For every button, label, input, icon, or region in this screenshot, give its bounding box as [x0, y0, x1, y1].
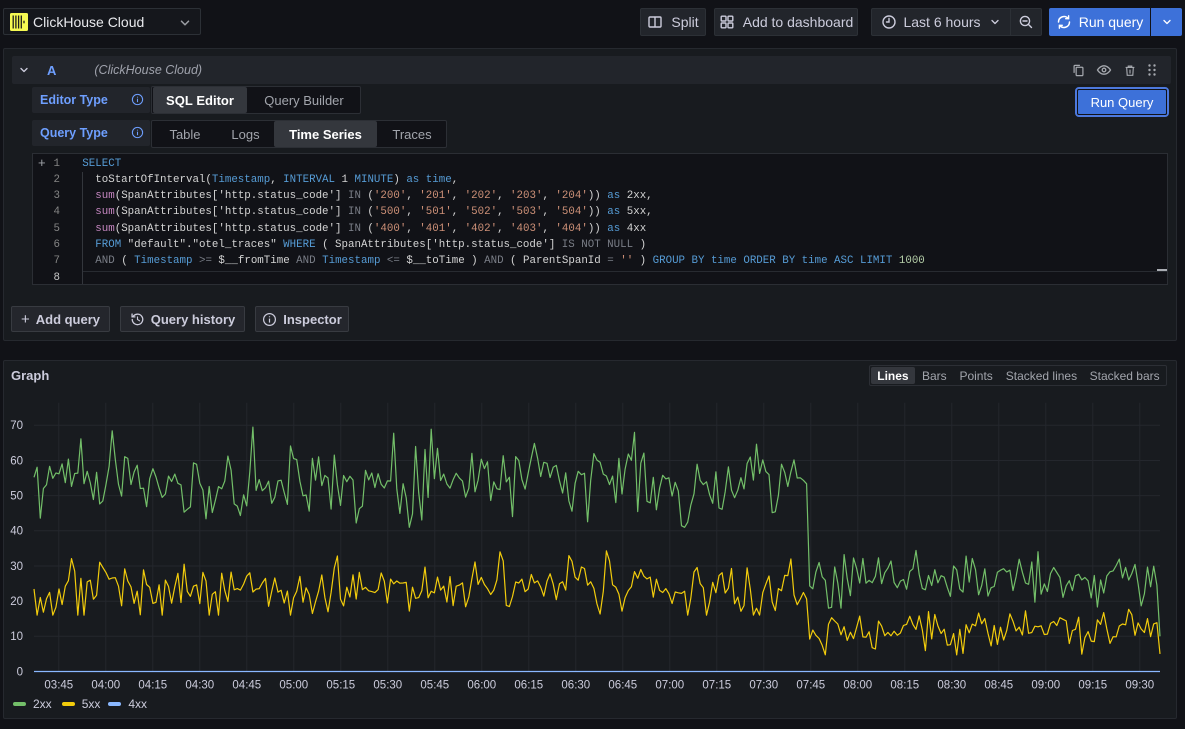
svg-text:20: 20	[10, 596, 23, 608]
svg-text:04:00: 04:00	[91, 680, 120, 692]
svg-text:0: 0	[17, 666, 23, 678]
svg-text:06:00: 06:00	[467, 680, 496, 692]
svg-text:08:15: 08:15	[890, 680, 919, 692]
svg-text:09:00: 09:00	[1031, 680, 1060, 692]
svg-text:04:30: 04:30	[185, 680, 214, 692]
svg-text:05:00: 05:00	[279, 680, 308, 692]
svg-text:07:30: 07:30	[749, 680, 778, 692]
svg-text:09:30: 09:30	[1125, 680, 1154, 692]
svg-text:30: 30	[10, 561, 23, 573]
svg-text:06:15: 06:15	[514, 680, 543, 692]
svg-text:06:30: 06:30	[561, 680, 590, 692]
svg-text:08:30: 08:30	[937, 680, 966, 692]
svg-text:05:30: 05:30	[373, 680, 402, 692]
svg-text:60: 60	[10, 455, 23, 467]
svg-text:06:45: 06:45	[608, 680, 637, 692]
svg-text:05:45: 05:45	[420, 680, 449, 692]
svg-text:09:15: 09:15	[1078, 680, 1107, 692]
svg-text:03:45: 03:45	[44, 680, 73, 692]
svg-text:04:15: 04:15	[138, 680, 167, 692]
svg-text:04:45: 04:45	[232, 680, 261, 692]
svg-text:70: 70	[10, 420, 23, 432]
svg-text:08:00: 08:00	[843, 680, 872, 692]
svg-text:08:45: 08:45	[984, 680, 1013, 692]
svg-text:10: 10	[10, 631, 23, 643]
svg-text:07:00: 07:00	[655, 680, 684, 692]
svg-text:40: 40	[10, 526, 23, 538]
svg-text:07:45: 07:45	[796, 680, 825, 692]
svg-text:50: 50	[10, 490, 23, 502]
svg-text:05:15: 05:15	[326, 680, 355, 692]
svg-text:07:15: 07:15	[702, 680, 731, 692]
